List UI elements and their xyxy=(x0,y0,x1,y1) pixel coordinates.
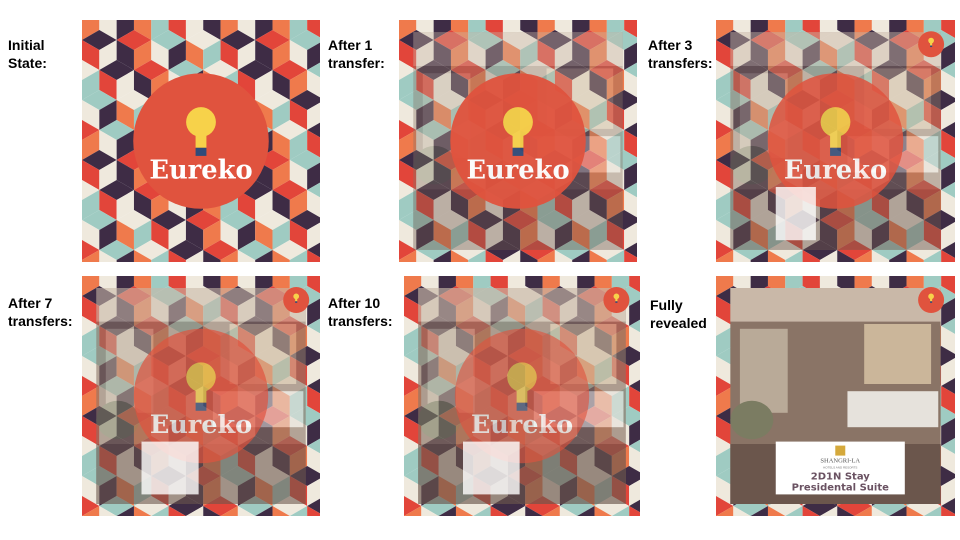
card-line-1: 2D1N Stay xyxy=(811,472,870,483)
image-panel-after-3: Eureko xyxy=(716,20,955,262)
offer-card: SHANGRI-LA HOTELS AND RESORTS 2D1N Stay … xyxy=(775,441,905,495)
panel-label-after-7: After 7 transfers: xyxy=(8,295,73,329)
eureko-logo: Eureko xyxy=(133,73,269,209)
image-panel-after-7: Eureko xyxy=(82,276,320,516)
eureko-logo xyxy=(918,287,945,313)
offer-card-partial xyxy=(775,186,816,241)
card-brand-sub: HOTELS AND RESORTS xyxy=(823,466,857,470)
offer-card-partial xyxy=(463,441,520,495)
lightbulb-icon xyxy=(820,107,851,137)
eureko-logo xyxy=(918,31,945,58)
logo-text: Eureko xyxy=(466,155,569,185)
image-panel-fully-revealed: SHANGRI-LA HOTELS AND RESORTS 2D1N Stay … xyxy=(716,276,955,516)
lightbulb-icon xyxy=(507,362,537,392)
lightbulb-icon xyxy=(293,293,300,300)
eureko-logo xyxy=(283,287,310,313)
logo-text: Eureko xyxy=(150,410,252,440)
image-panel-after-1: Eureko xyxy=(399,20,637,262)
panel-label-fully-revealed: Fully revealed xyxy=(650,297,707,331)
logo-text: Eureko xyxy=(471,410,573,440)
card-brand: SHANGRI-LA xyxy=(820,458,860,465)
eureko-logo: Eureko xyxy=(450,73,586,209)
hotel-room-photo: SHANGRI-LA HOTELS AND RESORTS 2D1N Stay … xyxy=(730,288,941,504)
panel-label-after-1: After 1 transfer: xyxy=(328,37,385,71)
lightbulb-icon xyxy=(613,293,620,300)
panel-label-initial: Initial State: xyxy=(8,37,47,71)
lightbulb-icon xyxy=(928,37,934,44)
logo-text: Eureko xyxy=(784,155,887,185)
logo-text: Eureko xyxy=(149,155,252,185)
panel-label-after-10: After 10 transfers: xyxy=(328,295,393,329)
image-panel-after-10: Eureko xyxy=(404,276,640,516)
lightbulb-icon xyxy=(186,107,216,137)
image-panel-initial: Eureko xyxy=(82,20,320,262)
lightbulb-icon xyxy=(928,293,934,300)
lightbulb-icon xyxy=(503,107,533,137)
offer-card-partial xyxy=(141,441,199,495)
eureko-logo xyxy=(603,287,630,313)
card-line-2: Presidental Suite xyxy=(792,483,889,494)
lightbulb-icon xyxy=(186,362,216,392)
panel-label-after-3: After 3 transfers: xyxy=(648,37,713,71)
